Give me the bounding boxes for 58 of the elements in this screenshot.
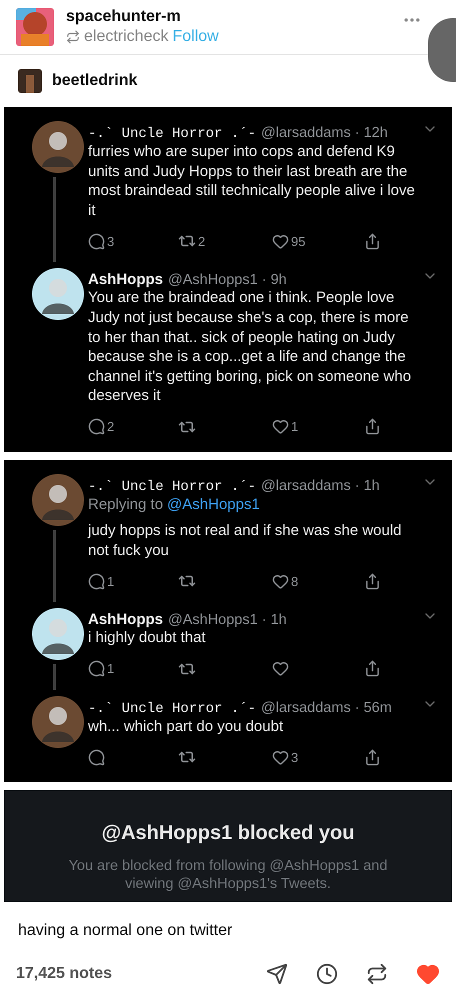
display-name[interactable]: -.` Uncle Horror .´- [88, 126, 256, 142]
reply-count: 2 [107, 419, 114, 434]
send-icon[interactable] [266, 963, 288, 985]
avatar[interactable] [32, 268, 84, 320]
mention-link[interactable]: @AshHopps1 [167, 494, 260, 515]
reply-count: 3 [107, 234, 114, 249]
avatar[interactable] [32, 474, 84, 526]
clock-icon[interactable] [316, 963, 338, 985]
share-icon[interactable] [364, 232, 381, 250]
blocked-message: You are blocked from following @AshHopps1 and viewing @AshHopps1's Tweets. [68, 857, 388, 894]
post-caption: having a normal one on twitter [17, 921, 234, 941]
reply-icon[interactable] [88, 232, 105, 250]
source-blog-name[interactable]: electricheck [84, 28, 168, 46]
share-icon[interactable] [364, 572, 381, 590]
like-count: 8 [291, 574, 298, 589]
display-name[interactable]: -.` Uncle Horror .´- [88, 700, 256, 717]
handle-and-time: @AshHopps1 · 1h [168, 612, 288, 628]
replying-label: Replying to [88, 494, 164, 515]
avatar[interactable] [32, 608, 84, 660]
share-icon[interactable] [364, 748, 381, 766]
blog-name[interactable]: beetledrink [52, 72, 138, 90]
share-icon[interactable] [364, 660, 381, 678]
reply-count: 1 [107, 574, 114, 589]
reblog-icon[interactable] [366, 963, 388, 985]
like-icon[interactable] [416, 962, 440, 986]
reply-icon[interactable] [88, 748, 105, 766]
share-icon[interactable] [364, 418, 381, 436]
like-count: 95 [291, 234, 306, 249]
handle-and-time: @larsaddams · 1h [261, 478, 381, 494]
display-name[interactable]: AshHopps [88, 611, 163, 628]
handle-and-time: @larsaddams · 12h [261, 125, 389, 141]
like-icon[interactable] [272, 418, 289, 436]
tweet-text: judy hopps is not real and if she was she would not fuck you [88, 520, 403, 560]
handle-and-time: @larsaddams · 56m [261, 700, 393, 716]
display-name[interactable]: -.` Uncle Horror .´- [88, 478, 256, 495]
like-icon[interactable] [272, 748, 289, 766]
like-icon[interactable] [272, 232, 289, 250]
like-count: 3 [291, 750, 298, 765]
tweet-text: You are the braindead one i think. People love Judy not just because she's a cop, there is more to her than that.. sick of people hating on Judy because she is a cop...get a life and change the channel it's getting boring, pick on someone who deserves it [88, 288, 412, 406]
like-icon[interactable] [272, 660, 289, 678]
like-icon[interactable] [272, 572, 289, 590]
avatar[interactable] [32, 696, 84, 748]
reply-icon[interactable] [88, 572, 105, 590]
reply-count: 1 [107, 661, 114, 676]
reblog-icon [66, 30, 80, 44]
reply-icon[interactable] [88, 418, 105, 436]
avatar[interactable] [32, 121, 84, 173]
like-count: 1 [291, 419, 298, 434]
blocked-title: @AshHopps1 blocked you [102, 822, 354, 846]
notes-count[interactable]: 17,425 notes [16, 965, 238, 983]
display-name[interactable]: AshHopps [88, 271, 163, 288]
tweet-text: furries who are super into cops and defend K9 units and Judy Hopps to their last breath are the most braindead still technically people alive i love it [88, 142, 416, 220]
retweet-count: 2 [198, 234, 206, 249]
reply-icon[interactable] [88, 660, 105, 678]
handle-and-time: @AshHopps1 · 9h [168, 272, 288, 288]
tweet-text: i highly doubt that [88, 628, 207, 648]
blog-name[interactable]: spacehunter-m [66, 8, 390, 26]
tweet-text: wh... which part do you doubt [88, 716, 284, 736]
